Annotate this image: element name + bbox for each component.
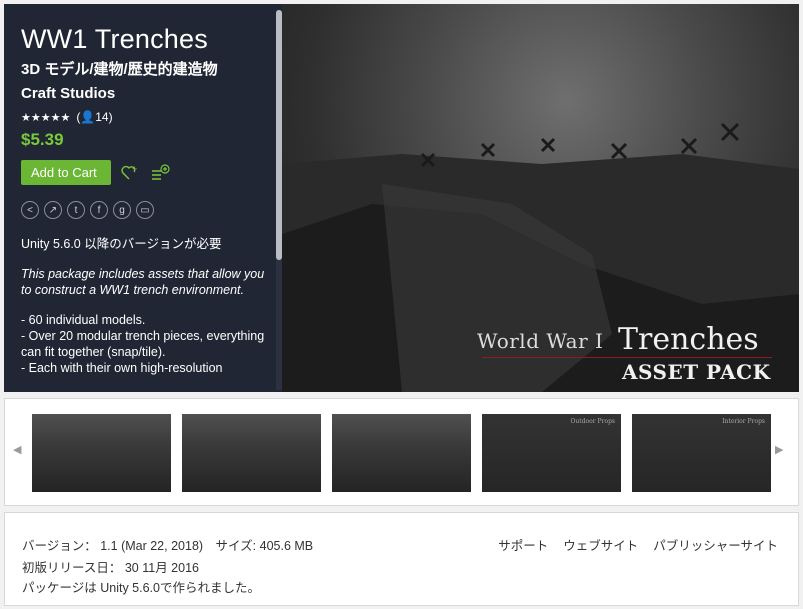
svg-text:+: + bbox=[132, 164, 137, 174]
publisher-site-link[interactable]: パブリッシャーサイト bbox=[653, 535, 778, 554]
add-to-cart-button[interactable]: Add to Cart bbox=[21, 160, 111, 185]
thumbnail[interactable]: Outdoor Props bbox=[482, 414, 621, 492]
description: This package includes assets that allow … bbox=[21, 267, 265, 297]
hero-image[interactable]: World War I Trenches ASSET PACK bbox=[282, 4, 799, 392]
thumbnail[interactable]: Interior Props bbox=[632, 414, 771, 492]
release-date: 初版リリース日： 30 11月 2016 bbox=[22, 561, 199, 575]
product-title: WW1 Trenches bbox=[21, 24, 208, 54]
share-icon[interactable]: < bbox=[21, 201, 39, 219]
thumbnail[interactable] bbox=[332, 414, 471, 492]
embed-icon[interactable]: ▭ bbox=[136, 201, 154, 219]
thumbnail-label: Outdoor Props bbox=[570, 418, 615, 425]
publisher-link[interactable]: Craft Studios bbox=[21, 84, 266, 104]
feature-item: - Over 20 modular trench pieces, everyth… bbox=[21, 329, 268, 359]
thumbnail[interactable] bbox=[32, 414, 171, 492]
purchase-actions: Add to Cart + bbox=[21, 160, 266, 185]
support-link[interactable]: サポート bbox=[498, 535, 548, 554]
rating: ★★★★★ (👤14) bbox=[21, 110, 266, 124]
google-plus-icon[interactable]: g bbox=[113, 201, 131, 219]
rating-stars: ★★★★★ bbox=[21, 111, 71, 124]
product-info-content: WW1 Trenches 3D モデル/建物/歴史的建造物 Craft Stud… bbox=[21, 24, 266, 376]
chevron-right-icon[interactable]: ▶ bbox=[775, 443, 783, 456]
thumbnail-label: Interior Props bbox=[722, 418, 765, 425]
rating-count: (👤14) bbox=[76, 110, 113, 124]
feature-item: - Each with their own high-resolution bbox=[21, 361, 223, 375]
logo-asset-pack: ASSET PACK bbox=[622, 360, 771, 384]
logo-trenches: Trenches bbox=[618, 322, 759, 357]
feature-list: - 60 individual models. - Over 20 modula… bbox=[21, 312, 266, 376]
feature-item: - 60 individual models. bbox=[21, 313, 146, 327]
price: $5.39 bbox=[21, 130, 64, 149]
twitter-icon[interactable]: t bbox=[67, 201, 85, 219]
thumbnail-strip: ◀ Outdoor Props Interior Props ▶ bbox=[4, 398, 799, 506]
list-plus-icon[interactable] bbox=[149, 162, 171, 184]
share-icons: < ↗ t f g ▭ bbox=[21, 201, 266, 219]
package-info: バージョン： 1.1 (Mar 22, 2018) サイズ: 405.6 MB … bbox=[4, 512, 799, 606]
product-category-link[interactable]: 3D モデル/建物/歴史的建造物 bbox=[21, 60, 266, 80]
chevron-left-icon[interactable]: ◀ bbox=[13, 443, 21, 456]
logo-divider bbox=[482, 357, 772, 358]
product-info-panel: WW1 Trenches 3D モデル/建物/歴史的建造物 Craft Stud… bbox=[4, 4, 282, 392]
unity-version: パッケージは Unity 5.6.0で作られました。 bbox=[22, 581, 260, 595]
unity-requirement: Unity 5.6.0 以降のバージョンが必要 bbox=[21, 237, 222, 251]
version-size: バージョン： 1.1 (Mar 22, 2018) サイズ: 405.6 MB bbox=[22, 539, 314, 553]
website-link[interactable]: ウェブサイト bbox=[563, 535, 638, 554]
thumbnail[interactable] bbox=[182, 414, 321, 492]
heart-plus-icon[interactable]: + bbox=[119, 162, 141, 184]
logo-world-war: World War I bbox=[477, 329, 604, 353]
asset-store-page: WW1 Trenches 3D モデル/建物/歴史的建造物 Craft Stud… bbox=[0, 0, 803, 609]
facebook-icon[interactable]: f bbox=[90, 201, 108, 219]
link-icon[interactable]: ↗ bbox=[44, 201, 62, 219]
publisher-links: サポート ウェブサイト パブリッシャーサイト bbox=[498, 535, 778, 554]
